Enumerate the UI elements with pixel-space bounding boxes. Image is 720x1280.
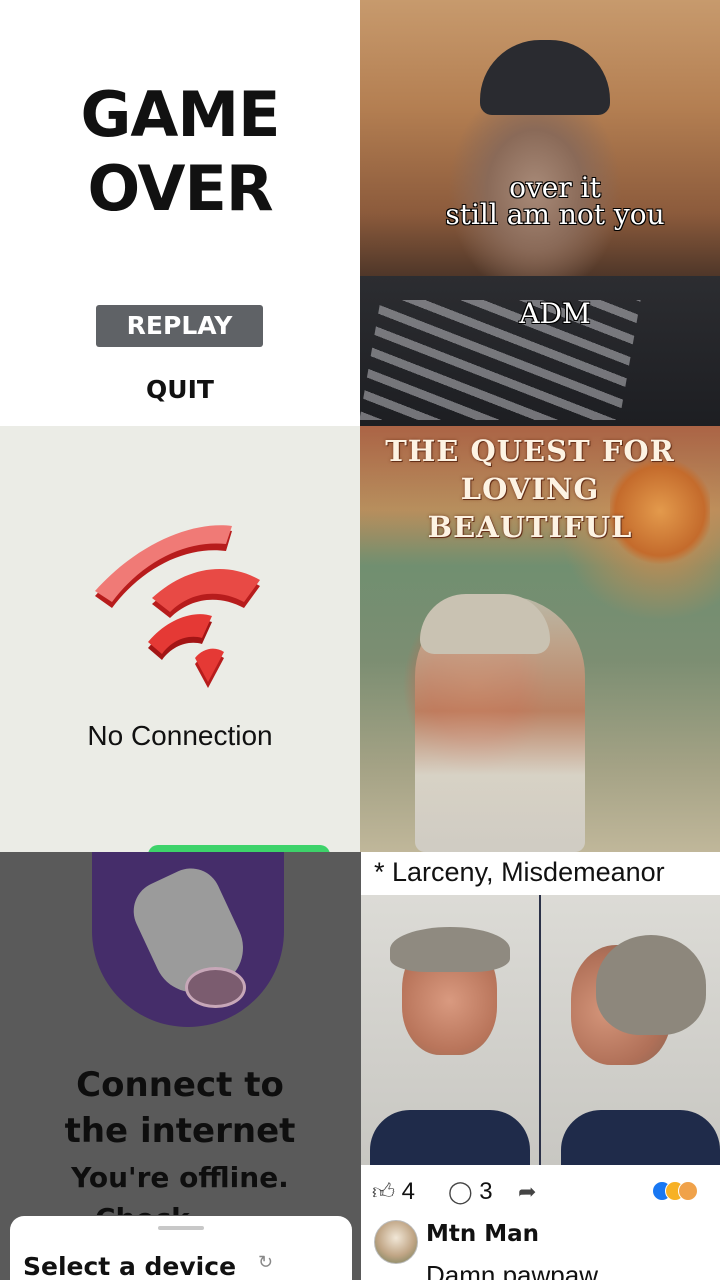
baseball-cap (480, 40, 610, 115)
book-title: THE QUEST FOR LOVING BEAUTIFUL (360, 432, 700, 546)
comment-action[interactable]: ◯ 3 (448, 1178, 493, 1206)
commenter-name[interactable]: Mtn Man (426, 1221, 539, 1247)
quit-button[interactable]: QUIT (0, 375, 360, 404)
game-over-title: GAME OVER (0, 78, 360, 226)
offline-subheading-peek: Check your (95, 1205, 245, 1215)
book-title-line1: THE QUEST FOR (385, 434, 675, 468)
offline-panel: Connect to the internet You're offline. … (0, 852, 360, 1280)
selfie-photo: over it still am not you ADM (360, 0, 720, 426)
comment-count: 3 (479, 1178, 493, 1205)
share-icon: ➦ (518, 1179, 537, 1204)
comment-icon: ◯ (448, 1179, 473, 1204)
caption-line-1: over it (509, 171, 601, 204)
sad-icon (678, 1181, 698, 1201)
cow-face (185, 967, 246, 1008)
no-connection-label: No Connection (87, 720, 273, 751)
book-cover-photo: THE QUEST FOR LOVING BEAUTIFUL (360, 426, 720, 852)
sheet-title: Select a device (23, 1252, 237, 1280)
offline-heading-line1: Connect to (76, 1065, 284, 1105)
hair (420, 594, 550, 654)
hair-profile (596, 935, 706, 1035)
book-title-line2: LOVING (460, 472, 600, 506)
green-button-peek[interactable] (148, 845, 330, 852)
book-title-line3: BEAUTIFUL (427, 510, 633, 544)
sheet-handle[interactable] (158, 1226, 204, 1230)
offline-heading: Connect to the internet (0, 1062, 360, 1154)
caption-line-2: still am not you (445, 198, 665, 231)
shirt-front (370, 1110, 530, 1165)
caption-line-3: ADM (519, 297, 591, 330)
share-action[interactable]: ➦ (518, 1178, 536, 1206)
mugshot-photo[interactable] (360, 895, 720, 1165)
like-action[interactable]: 👍︎ 4 (372, 1178, 415, 1206)
shirt-profile (561, 1110, 720, 1165)
no-connection-panel: No Connection (0, 426, 360, 852)
comment-text: Damn pawpaw (426, 1260, 598, 1280)
thumbs-up-icon: 👍︎ (372, 1179, 395, 1204)
refresh-icon[interactable]: ↻ (258, 1252, 273, 1273)
mugshot-profile (541, 895, 720, 1165)
mugshot-post: * Larceny, Misdemeanor 👍︎ 4 ◯ 3 ➦ Mtn Ma… (360, 852, 720, 1280)
offline-subheading: You're offline. (71, 1161, 289, 1194)
mugshot-front (360, 895, 539, 1165)
replay-button[interactable]: REPLAY (96, 305, 263, 347)
offline-heading-line2: the internet (64, 1111, 296, 1151)
game-over-title-line1: GAME (80, 78, 281, 151)
charge-text: * Larceny, Misdemeanor (374, 857, 665, 887)
game-over-title-line2: OVER (87, 152, 273, 225)
divider-vertical (359, 852, 361, 1280)
commenter-avatar[interactable] (374, 1220, 418, 1264)
hair-front (390, 927, 510, 972)
like-count: 4 (401, 1178, 416, 1205)
game-over-panel: GAME OVER REPLAY QUIT (0, 0, 360, 426)
select-device-sheet[interactable]: Select a device ↻ (10, 1216, 352, 1280)
wifi-broken-icon (95, 525, 260, 688)
